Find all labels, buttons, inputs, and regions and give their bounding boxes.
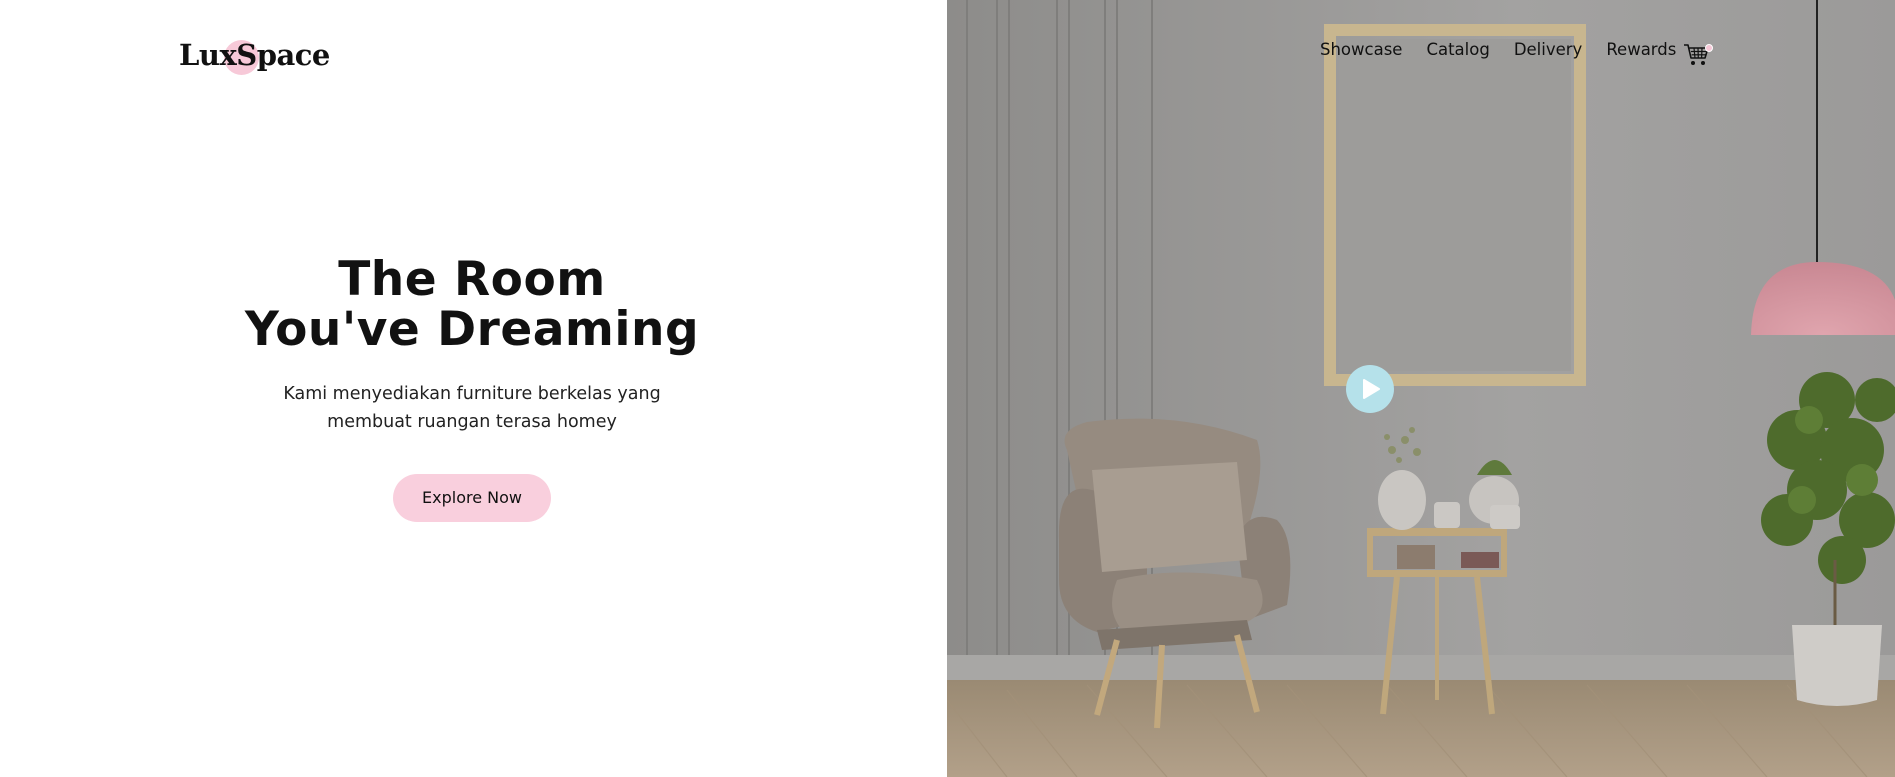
hero-subtitle: Kami menyediakan furniture berkelas yang…: [230, 380, 714, 436]
top-navigation: Showcase Catalog Delivery Rewards: [1320, 40, 1676, 59]
hero-subtitle-line-2: membuat ruangan terasa homey: [327, 412, 617, 432]
cart-badge: [1705, 44, 1713, 52]
hero-room-image: [947, 0, 1895, 777]
hero-title-line-1: The Room: [338, 252, 606, 307]
hero-title: The Room You've Dreaming: [230, 255, 714, 355]
hero-title-line-2: You've Dreaming: [244, 302, 700, 357]
shopping-cart-icon[interactable]: [1683, 42, 1713, 68]
nav-item-delivery[interactable]: Delivery: [1514, 40, 1583, 59]
play-icon: [1363, 379, 1380, 399]
room-illustration: [947, 0, 1895, 777]
hero-section: The Room You've Dreaming Kami menyediaka…: [230, 255, 714, 522]
explore-now-button[interactable]: Explore Now: [393, 474, 551, 522]
brand-logo[interactable]: LuxSpace: [179, 38, 330, 75]
play-video-button[interactable]: [1346, 365, 1394, 413]
nav-item-catalog[interactable]: Catalog: [1426, 40, 1489, 59]
brand-name: LuxSpace: [179, 38, 330, 72]
nav-item-showcase[interactable]: Showcase: [1320, 40, 1402, 59]
nav-item-rewards[interactable]: Rewards: [1606, 40, 1676, 59]
hero-subtitle-line-1: Kami menyediakan furniture berkelas yang: [283, 384, 661, 404]
